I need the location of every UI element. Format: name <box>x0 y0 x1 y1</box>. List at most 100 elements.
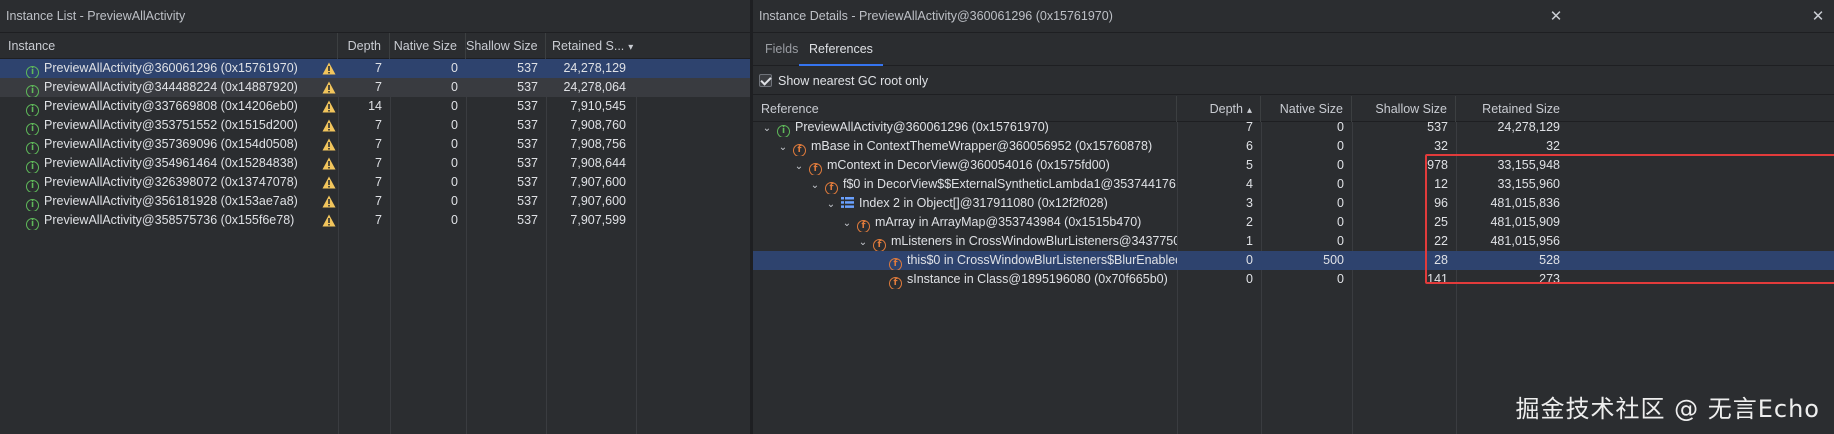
tab-references[interactable]: References <box>799 33 883 66</box>
instance-cell: i PreviewAllActivity@357369096 (0x154d050… <box>26 135 336 154</box>
shallow-cell: 537 <box>517 61 538 75</box>
class-icon: i <box>26 218 39 230</box>
retained-cell: 24,278,129 <box>563 61 626 75</box>
reference-row[interactable]: ⌄ f mContext in DecorView@360054016 (0x157… <box>753 156 1834 175</box>
instance-row[interactable]: i PreviewAllActivity@353751552 (0x1515d20… <box>0 116 750 135</box>
chevron-down-icon[interactable]: ▾ <box>628 42 633 53</box>
native-cell: 0 <box>451 194 458 208</box>
instance-list-title: Instance List - PreviewAllActivity <box>0 0 750 33</box>
retained-cell: 33,155,960 <box>1497 177 1560 191</box>
retained-cell: 481,015,836 <box>1490 196 1560 210</box>
depth-cell: 7 <box>375 137 382 151</box>
instance-row[interactable]: i PreviewAllActivity@357369096 (0x154d050… <box>0 135 750 154</box>
native-cell: 0 <box>451 118 458 132</box>
instance-cell: i PreviewAllActivity@353751552 (0x1515d20… <box>26 116 336 135</box>
shallow-cell: 25 <box>1434 215 1448 229</box>
reference-name: Index 2 in Object[]@317911080 (0x12f2f02… <box>859 196 1108 210</box>
reference-name: f$0 in DecorView$$ExternalSyntheticLambd… <box>843 177 1177 191</box>
details-tabs: Fields References <box>753 33 1834 66</box>
shallow-cell: 537 <box>517 80 538 94</box>
reference-row[interactable]: ⌄ f mArray in ArrayMap@353743984 (0x1515b4… <box>753 213 1834 232</box>
warning-icon <box>322 119 336 132</box>
instance-row[interactable]: i PreviewAllActivity@358575736 (0x155f6e7… <box>0 211 750 230</box>
chevron-down-icon[interactable]: ⌄ <box>809 176 821 194</box>
shallow-cell: 537 <box>517 118 538 132</box>
reference-name: mContext in DecorView@360054016 (0x1575f… <box>827 158 1110 172</box>
reference-row[interactable]: f sInstance in Class@1895196080 (0x70f665… <box>753 270 1834 289</box>
instance-row[interactable]: i PreviewAllActivity@326398072 (0x1374707… <box>0 173 750 192</box>
chevron-down-icon[interactable]: ⌄ <box>857 233 869 251</box>
column-retained-size[interactable]: Retained S... ▾ <box>546 33 636 59</box>
native-cell: 0 <box>451 80 458 94</box>
reference-cell: ⌄ f mContext in DecorView@360054016 (0x157… <box>793 156 1177 175</box>
field-icon: f <box>825 182 838 194</box>
reference-cell: ⌄ f f$0 in DecorView$$ExternalSyntheticLam… <box>809 175 1177 194</box>
instance-name: PreviewAllActivity@337669808 (0x14206eb0… <box>44 99 298 113</box>
watermark: 掘金技术社区 @ 无言Echo <box>1515 395 1820 423</box>
depth-cell: 14 <box>368 99 382 113</box>
chevron-down-icon[interactable]: ⌄ <box>761 119 773 137</box>
reference-cell: ⌄ i PreviewAllActivity@360061296 (0x157619… <box>761 118 1177 137</box>
native-cell: 0 <box>451 137 458 151</box>
column-depth-label: Depth <box>1209 102 1243 116</box>
instance-row[interactable]: i PreviewAllActivity@354961464 (0x1528483… <box>0 154 750 173</box>
instance-cell: i PreviewAllActivity@344488224 (0x1488792… <box>26 78 336 97</box>
warning-icon <box>322 100 336 113</box>
reference-row[interactable]: ⌄ i PreviewAllActivity@360061296 (0x157619… <box>753 118 1834 137</box>
retained-cell: 7,907,600 <box>570 194 626 208</box>
instance-row[interactable]: i PreviewAllActivity@337669808 (0x14206eb… <box>0 97 750 116</box>
chevron-down-icon[interactable]: ⌄ <box>793 157 805 175</box>
reference-row[interactable]: ⌄ f f$0 in DecorView$$ExternalSyntheticLam… <box>753 175 1834 194</box>
chevron-down-icon[interactable]: ⌄ <box>825 195 837 213</box>
column-depth[interactable]: Depth <box>338 33 390 59</box>
depth-cell: 6 <box>1246 139 1253 153</box>
instance-row[interactable]: i PreviewAllActivity@360061296 (0x1576197… <box>0 59 750 78</box>
native-cell: 500 <box>1323 253 1344 267</box>
chevron-down-icon[interactable]: ⌄ <box>841 214 853 232</box>
depth-cell: 7 <box>375 80 382 94</box>
native-cell: 0 <box>451 175 458 189</box>
column-native-size[interactable]: Native Size <box>390 33 466 59</box>
gc-root-option[interactable]: Show nearest GC root only <box>753 67 1834 95</box>
column-retained-size-label: Retained S... <box>552 39 625 53</box>
instance-name: PreviewAllActivity@356181928 (0x153ae7a8… <box>44 194 298 208</box>
instance-cell: i PreviewAllActivity@360061296 (0x1576197… <box>26 59 336 78</box>
reference-name: mBase in ContextThemeWrapper@360056952 (… <box>811 139 1153 153</box>
class-icon: i <box>26 66 39 78</box>
warning-icon <box>322 214 336 227</box>
shallow-cell: 96 <box>1434 196 1448 210</box>
retained-cell: 33,155,948 <box>1497 158 1560 172</box>
close-details-icon[interactable]: ✕ <box>1548 8 1564 24</box>
retained-cell: 7,908,760 <box>570 118 626 132</box>
native-cell: 0 <box>1337 158 1344 172</box>
chevron-up-icon[interactable]: ▴ <box>1247 105 1252 116</box>
instance-cell: i PreviewAllActivity@337669808 (0x14206eb… <box>26 97 336 116</box>
instance-list-header: Instance Depth Native Size Shallow Size … <box>0 33 750 59</box>
reference-row[interactable]: ⌄ f mBase in ContextThemeWrapper@360056952… <box>753 137 1834 156</box>
retained-cell: 7,910,545 <box>570 99 626 113</box>
depth-cell: 3 <box>1246 196 1253 210</box>
reference-row[interactable]: ⌄ Index 2 in Object[]@317911080 (0x12f2f0… <box>753 194 1834 213</box>
reference-row[interactable]: ⌄ f mListeners in CrossWindowBlurListeners… <box>753 232 1834 251</box>
reference-row[interactable]: f this$0 in CrossWindowBlurListeners$Blur… <box>753 251 1834 270</box>
instance-cell: i PreviewAllActivity@356181928 (0x153ae7a… <box>26 192 336 211</box>
gc-root-checkbox[interactable] <box>759 74 772 87</box>
retained-cell: 528 <box>1539 253 1560 267</box>
reference-cell: ⌄ f mBase in ContextThemeWrapper@360056952… <box>777 137 1177 156</box>
native-cell: 0 <box>1337 234 1344 248</box>
column-shallow-size[interactable]: Shallow Size <box>466 33 546 59</box>
gc-root-checkbox-label: Show nearest GC root only <box>778 74 929 88</box>
instance-cell: i PreviewAllActivity@358575736 (0x155f6e7… <box>26 211 336 230</box>
retained-cell: 273 <box>1539 272 1560 286</box>
instance-row[interactable]: i PreviewAllActivity@344488224 (0x1488792… <box>0 78 750 97</box>
instance-row[interactable]: i PreviewAllActivity@356181928 (0x153ae7a… <box>0 192 750 211</box>
column-instance[interactable]: Instance <box>0 33 338 59</box>
depth-cell: 7 <box>375 213 382 227</box>
native-cell: 0 <box>1337 139 1344 153</box>
reference-name: mArray in ArrayMap@353743984 (0x1515b470… <box>875 215 1142 229</box>
close-icon[interactable]: ✕ <box>1810 8 1826 24</box>
class-icon: i <box>777 125 790 137</box>
chevron-down-icon[interactable]: ⌄ <box>777 138 789 156</box>
warning-icon <box>322 138 336 151</box>
instance-name: PreviewAllActivity@358575736 (0x155f6e78… <box>44 213 295 227</box>
